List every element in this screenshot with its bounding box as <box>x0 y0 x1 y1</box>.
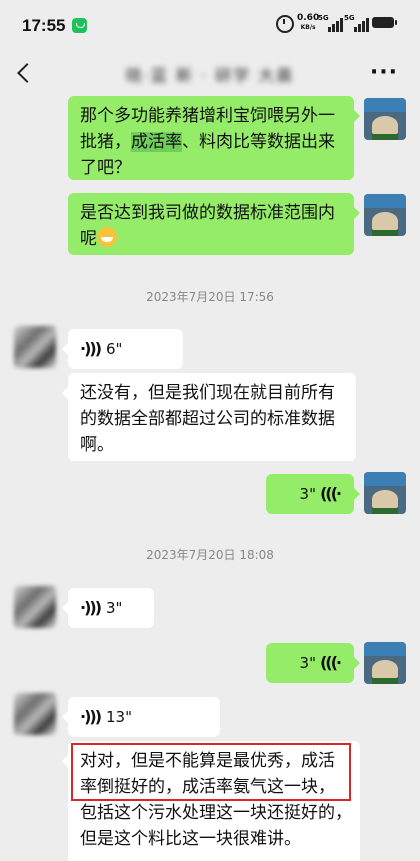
voice-wave-icon: ·))) <box>80 707 102 726</box>
battery-icon <box>372 17 397 28</box>
voice-message-incoming[interactable]: ·))) 3" <box>62 588 154 628</box>
annotation-red-box <box>71 743 351 801</box>
alarm-icon <box>276 15 294 33</box>
self-avatar[interactable] <box>364 98 406 140</box>
voice-message-incoming[interactable]: ·))) 6" <box>62 329 183 369</box>
timestamp: 2023年7月20日 17:56 <box>146 290 274 304</box>
timestamp: 2023年7月20日 18:08 <box>146 548 274 562</box>
signal-1-icon: 5G <box>318 14 344 32</box>
self-avatar[interactable] <box>364 194 406 236</box>
wechat-notification-icon <box>72 18 87 33</box>
voice-wave-icon: ·))) <box>80 598 102 617</box>
highlighted-word: 成活率 <box>131 132 182 152</box>
signal-2-icon: 5G <box>344 14 370 32</box>
more-options-icon[interactable]: ··· <box>370 60 398 85</box>
voice-wave-icon: ·))) <box>321 653 342 672</box>
voice-wave-icon: ·))) <box>321 484 342 503</box>
grinning-emoji-icon <box>97 227 117 247</box>
peer-avatar[interactable] <box>14 326 56 368</box>
peer-avatar[interactable] <box>14 586 56 628</box>
voice-wave-icon: ·))) <box>80 339 102 358</box>
message-bubble-outgoing[interactable]: 是否达到我司做的数据标准范围内 呢 <box>68 193 360 255</box>
voice-message-incoming[interactable]: ·))) 13" <box>62 697 220 737</box>
status-time: 17:55 <box>22 16 66 35</box>
voice-message-outgoing[interactable]: 3" ·))) <box>266 474 360 514</box>
message-bubble-incoming[interactable]: 还没有，但是我们现在就目前所有 的数据全部都超过公司的标准数据 啊。 <box>62 373 356 461</box>
voice-message-outgoing[interactable]: 3" ·))) <box>266 643 360 683</box>
message-bubble-outgoing[interactable]: 那个多功能养猪增利宝饲喂另外一 批猪，成活率、料肉比等数据出来 了吧？ <box>68 96 360 180</box>
self-avatar[interactable] <box>364 642 406 684</box>
status-bar: 17:55 0.60 KB/s 5G 5G <box>0 0 420 52</box>
back-arrow-icon[interactable] <box>17 63 37 83</box>
self-avatar[interactable] <box>364 472 406 514</box>
network-speed: 0.60 KB/s <box>297 13 320 32</box>
peer-avatar[interactable] <box>14 693 56 735</box>
chat-header: 晓·蓝 新 · 研学 大晨 ··· <box>0 52 420 98</box>
chat-title: 晓·蓝 新 · 研学 大晨 <box>125 66 295 85</box>
